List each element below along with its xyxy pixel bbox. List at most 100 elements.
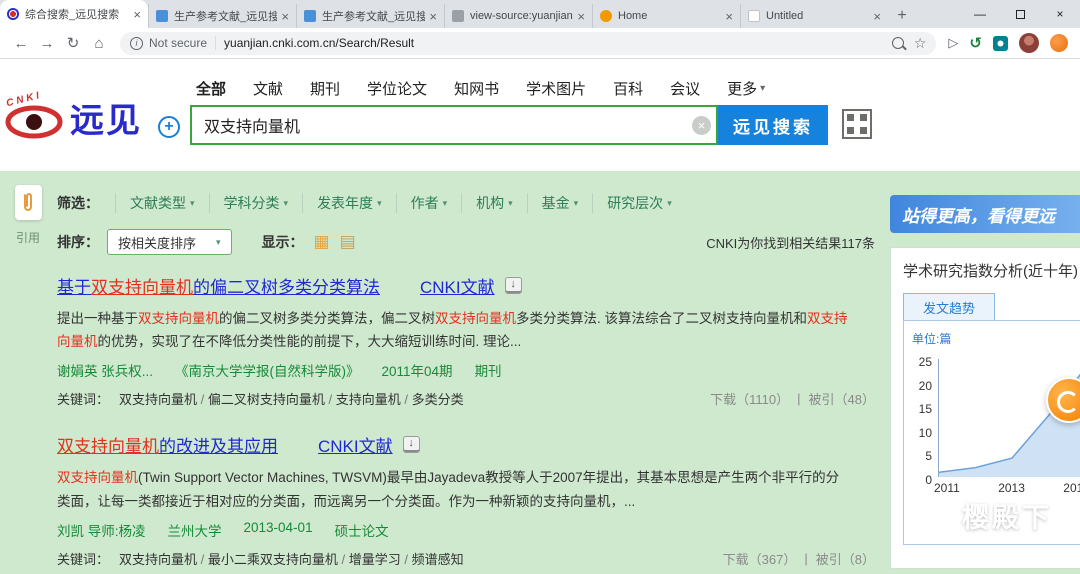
qr-code-icon[interactable] (842, 109, 872, 139)
new-tab-button[interactable]: + (888, 4, 916, 28)
list-view-icon[interactable]: ▤ (340, 232, 356, 252)
axis-tick-label: 20 (918, 378, 932, 393)
keywords-row: 关键词： 双支持向量机 / 最小二乘双支持向量机 / 增量学习 / 频谱感知 下… (57, 549, 875, 568)
tab-references-2[interactable]: 生产参考文献_远见搜索 × (296, 4, 444, 28)
filter-research-level[interactable]: 研究层次 ▾ (592, 193, 686, 213)
profile-avatar[interactable] (1019, 33, 1039, 53)
capture-extension-icon[interactable] (993, 35, 1008, 51)
search-button[interactable]: 远见搜索 (718, 105, 828, 145)
cited-count[interactable]: 被引（48） (809, 389, 875, 408)
close-window-button[interactable]: × (1040, 0, 1080, 28)
nav-journal[interactable]: 期刊 (310, 78, 340, 99)
nav-images[interactable]: 学术图片 (526, 78, 586, 99)
result-authors[interactable]: 谢娟英 张兵权... (57, 360, 153, 380)
bookmark-star-icon[interactable]: ☆ (914, 35, 927, 52)
tab-close-icon[interactable]: × (429, 9, 437, 24)
address-divider (215, 36, 217, 50)
cnki-source-link[interactable]: CNKI文献 (420, 273, 495, 298)
home-favicon-icon (600, 10, 612, 22)
tab-view-source[interactable]: view-source:yuanjian.cnki.com.cn × (444, 4, 592, 28)
filter-row: 筛选： 文献类型 ▾ 学科分类 ▾ 发表年度 ▾ 作者 ▾ 机构 ▾ 基金 ▾ … (57, 193, 875, 213)
nav-all[interactable]: 全部 (196, 78, 226, 99)
text-segment: 的偏二叉树多类分类算法，偏二叉树 (219, 311, 435, 326)
keyword-item[interactable]: 偏二叉树支持向量机 (208, 392, 325, 407)
tab-close-icon[interactable]: × (281, 9, 289, 24)
keyword-item[interactable]: 增量学习 (349, 552, 401, 567)
download-icon[interactable]: ↓ (504, 277, 522, 294)
filter-subject[interactable]: 学科分类 ▾ (208, 193, 303, 213)
back-icon[interactable]: ← (8, 35, 34, 52)
filter-doc-type[interactable]: 文献类型 ▾ (115, 193, 209, 213)
cited-count[interactable]: 被引（8） (816, 549, 875, 568)
share-extension-icon[interactable]: ▷ (948, 35, 958, 51)
tab-close-icon[interactable]: × (577, 9, 585, 24)
nav-thesis[interactable]: 学位论文 (367, 78, 427, 99)
separator: / (337, 551, 349, 567)
nav-literature[interactable]: 文献 (253, 78, 283, 99)
tab-search-result[interactable]: 综合搜索_远见搜索 × (0, 0, 148, 28)
chevron-down-icon: ▾ (508, 197, 513, 208)
text-segment: (Twin Support Vector Machines, TWSVM)最早由… (57, 470, 840, 509)
tab-close-icon[interactable]: × (133, 7, 141, 22)
nav-more[interactable]: 更多 ▾ (727, 78, 765, 99)
text-segment: 双支持向量机 (138, 311, 219, 326)
result-title-link[interactable]: 双支持向量机的改进及其应用 (57, 432, 278, 457)
minimize-button[interactable]: — (960, 0, 1000, 28)
site-info-icon[interactable]: i (130, 36, 143, 50)
result-source[interactable]: 《南京大学学报(自然科学版)》 (175, 360, 360, 380)
home-icon[interactable]: ⌂ (86, 35, 112, 52)
filter-year[interactable]: 发表年度 ▾ (302, 193, 396, 213)
result-title-link[interactable]: 基于双支持向量机的偏二叉树多类分类算法 (57, 273, 380, 298)
result-doc-type: 硕士论文 (334, 523, 389, 539)
cnki-source-link[interactable]: CNKI文献 (318, 432, 393, 457)
site-logo[interactable]: CNKI 远见 (4, 89, 142, 142)
reload-icon[interactable]: ↻ (60, 34, 86, 52)
cnki-favicon-icon (7, 8, 19, 20)
clear-search-icon[interactable]: × (692, 116, 711, 135)
keywords-list: 双支持向量机 / 最小二乘双支持向量机 / 增量学习 / 频谱感知 (119, 549, 464, 568)
filter-author[interactable]: 作者 ▾ (395, 193, 462, 213)
sort-select[interactable]: 按相关度排序 ▾ (107, 229, 232, 255)
download-count[interactable]: 下载（1110） (710, 389, 789, 408)
result-source[interactable]: 兰州大学 (168, 520, 222, 540)
browser-menu-icon[interactable] (1050, 34, 1068, 52)
axis-tick-label: 25 (918, 355, 932, 369)
result-abstract: 双支持向量机(Twin Support Vector Machines, TWS… (57, 466, 849, 512)
tab-publication-trend[interactable]: 发文趋势 (903, 293, 995, 320)
tab-close-icon[interactable]: × (873, 9, 881, 24)
security-label[interactable]: Not secure (149, 36, 207, 50)
sort-row: 排序： 按相关度排序 ▾ 显示： ▦ ▤ CNKI为你找到相关结果117条 (57, 229, 875, 255)
tab-home[interactable]: Home × (592, 4, 740, 28)
keyword-item[interactable]: 双支持向量机 (119, 392, 197, 407)
nav-encyclopedia[interactable]: 百科 (613, 78, 643, 99)
axis-tick-label: 2013 (998, 481, 1025, 495)
filter-fund[interactable]: 基金 ▾ (526, 193, 593, 213)
maximize-button[interactable] (1000, 0, 1040, 28)
download-count[interactable]: 下载（367） (723, 549, 797, 568)
cite-clip-button[interactable] (14, 185, 42, 220)
add-plus-icon[interactable]: + (158, 116, 180, 138)
url-text[interactable]: yuanjian.cnki.com.cn/Search/Result (224, 36, 414, 50)
nav-conference[interactable]: 会议 (670, 78, 700, 99)
keyword-item[interactable]: 多类分类 (412, 392, 464, 407)
download-icon[interactable]: ↓ (402, 436, 420, 454)
chevron-down-icon: ▾ (377, 197, 382, 208)
grid-view-icon[interactable]: ▦ (314, 232, 330, 252)
promo-banner[interactable]: 站得更高，看得更远 (890, 195, 1080, 233)
tab-close-icon[interactable]: × (725, 9, 733, 24)
undo-extension-icon[interactable]: ↺ (969, 34, 982, 52)
result-authors[interactable]: 刘凯 导师:杨凌 (57, 520, 146, 540)
tab-references-1[interactable]: 生产参考文献_远见搜索 × (148, 4, 296, 28)
keyword-item[interactable]: 最小二乘双支持向量机 (208, 552, 338, 567)
chevron-down-icon: ▾ (283, 197, 289, 208)
tab-untitled[interactable]: Untitled × (740, 4, 888, 28)
search-input[interactable] (190, 105, 718, 145)
filter-institution[interactable]: 机构 ▾ (461, 193, 527, 213)
nav-books[interactable]: 知网书 (454, 78, 499, 99)
forward-icon[interactable]: → (34, 35, 60, 52)
zoom-icon[interactable] (891, 37, 904, 49)
address-bar[interactable]: i Not secure yuanjian.cnki.com.cn/Search… (120, 31, 937, 55)
keyword-item[interactable]: 支持向量机 (336, 392, 401, 407)
keyword-item[interactable]: 双支持向量机 (119, 552, 197, 567)
keyword-item[interactable]: 频谱感知 (412, 552, 464, 567)
